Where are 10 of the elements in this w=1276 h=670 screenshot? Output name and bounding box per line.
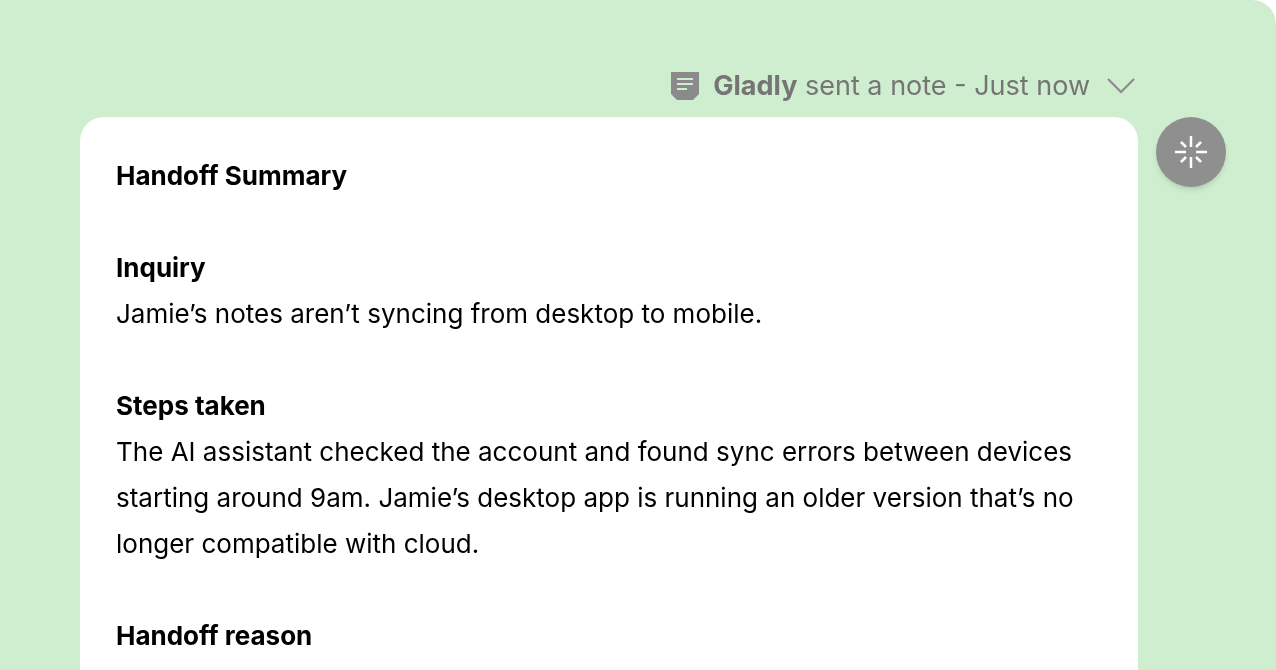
note-icon xyxy=(669,70,702,103)
chevron-icon[interactable] xyxy=(1106,77,1136,96)
section-heading: Inquiry xyxy=(116,250,207,285)
section-text: The AI assistant checked the account and found sync errors between devices starting around 9am. Jamie’s desktop app is running an older version that’s no longer compatible with cloud. xyxy=(116,434,1075,561)
note-status: Gladly sent a note - Just now xyxy=(713,68,1090,104)
section-heading: Steps taken xyxy=(116,388,267,423)
note-title: Handoff Summary xyxy=(116,158,349,193)
section-text: Jamie’s notes aren’t syncing from desktop to mobile. xyxy=(116,296,764,331)
section-heading: Handoff reason xyxy=(116,618,314,653)
sparkle-icon xyxy=(1173,133,1209,170)
